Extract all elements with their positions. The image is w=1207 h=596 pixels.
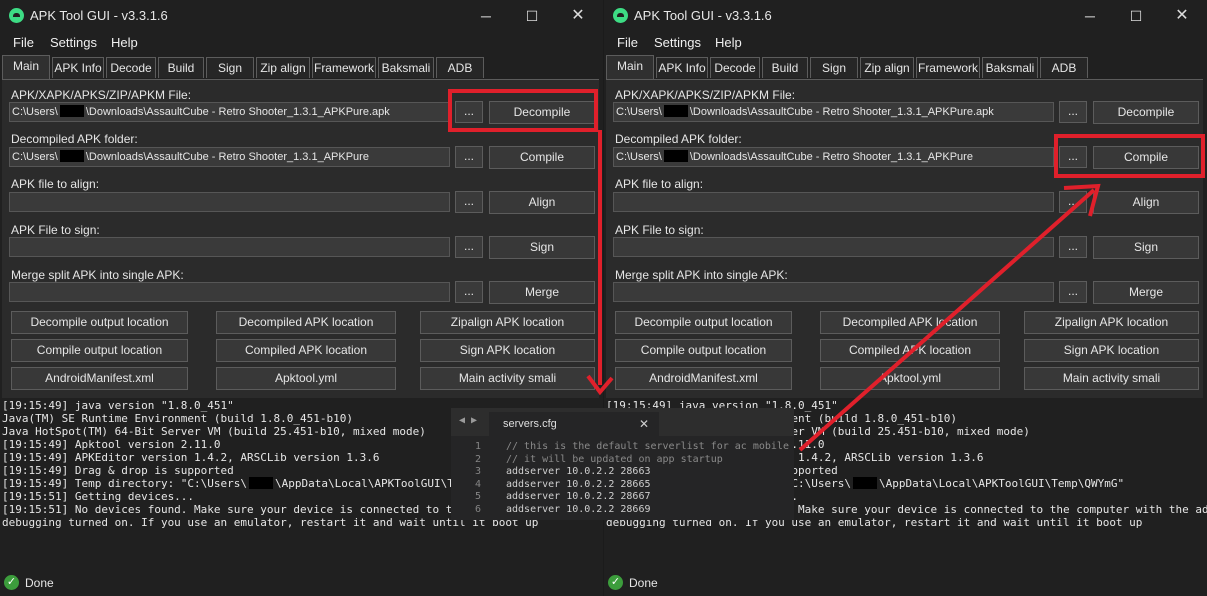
code-line: 3 addserver 10.0.2.2 28663 bbox=[451, 466, 794, 479]
editor-tab-bar: ◀ ▶ servers.cfg ✕ bbox=[451, 408, 794, 436]
code-text: addserver 10.0.2.2 28667 bbox=[506, 491, 651, 503]
code-line: 5 addserver 10.0.2.2 28667 bbox=[451, 491, 794, 504]
line-number: 4 bbox=[474, 478, 481, 490]
line-number: 6 bbox=[474, 503, 481, 515]
code-text: // this is the default serverlist for ac… bbox=[506, 441, 789, 452]
code-text: // it will be updated on app startup bbox=[506, 453, 723, 465]
code-text: addserver 10.0.2.2 28665 bbox=[506, 478, 651, 490]
line-number: 3 bbox=[474, 466, 481, 478]
line-number: 2 bbox=[474, 453, 481, 465]
code-line: 2 // it will be updated on app startup bbox=[451, 454, 794, 467]
line-number: 1 bbox=[474, 441, 481, 452]
code-text: addserver 10.0.2.2 28669 bbox=[506, 503, 651, 515]
code-text: addserver 10.0.2.2 28663 bbox=[506, 466, 651, 478]
editor-tab-name: servers.cfg bbox=[503, 418, 557, 430]
servers-cfg-editor: ◀ ▶ servers.cfg ✕ 1 // this is the defaul… bbox=[451, 408, 794, 520]
nav-arrows-icon[interactable]: ◀ ▶ bbox=[459, 415, 477, 426]
arrow-up-line bbox=[798, 188, 1096, 452]
line-number: 5 bbox=[474, 491, 481, 503]
code-line: 1 // this is the default serverlist for a… bbox=[451, 441, 794, 454]
editor-tab-close-icon[interactable]: ✕ bbox=[639, 417, 649, 431]
code-line: 4 addserver 10.0.2.2 28665 bbox=[451, 479, 794, 492]
code-line: 6 addserver 10.0.2.2 28669 bbox=[451, 504, 794, 517]
editor-content[interactable]: 1 // this is the default serverlist for a… bbox=[451, 441, 794, 517]
editor-tab[interactable]: servers.cfg ✕ bbox=[489, 412, 659, 436]
